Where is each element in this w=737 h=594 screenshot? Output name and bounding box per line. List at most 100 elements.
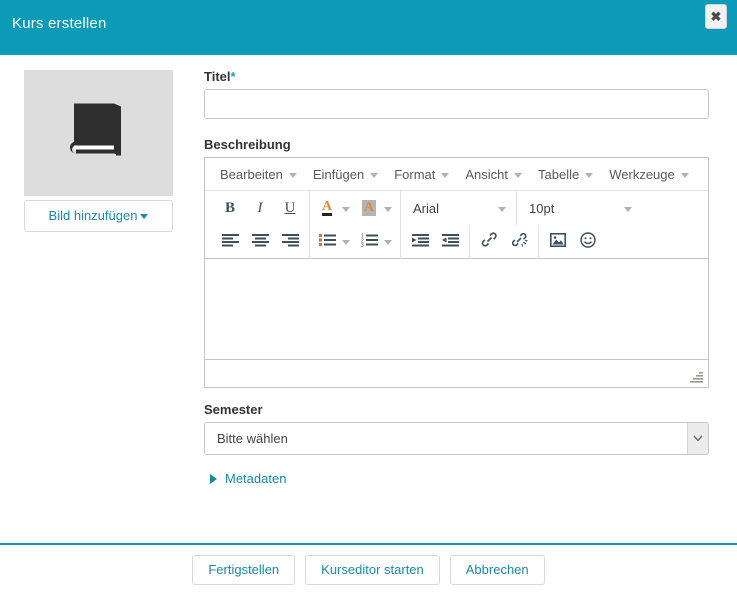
indent-icon <box>411 233 429 251</box>
chevron-down-icon <box>384 206 392 212</box>
align-left-button[interactable] <box>215 228 245 256</box>
dialog-header: Kurs erstellen ✖ <box>0 0 737 55</box>
toolbar-group-lists: 1 2 3 <box>310 224 401 259</box>
forecolor-split-button[interactable]: A <box>314 194 356 222</box>
menu-insert-label: Einfügen <box>312 166 365 182</box>
semester-select-wrapper: Bitte wählen <box>204 422 709 455</box>
emoticon-icon <box>580 231 596 252</box>
menu-format-label: Format <box>394 166 436 182</box>
dialog-title: Kurs erstellen <box>12 15 107 32</box>
italic-button[interactable]: I <box>245 194 275 222</box>
chevron-down-icon <box>370 172 379 178</box>
cancel-button[interactable]: Abbrechen <box>449 554 545 585</box>
svg-text:3: 3 <box>361 243 364 247</box>
editor-toolbar-row-1: B I U A A Arial 10pt <box>205 191 708 225</box>
chevron-down-icon <box>342 240 350 245</box>
indent-button[interactable] <box>405 228 435 256</box>
bold-icon: B <box>224 199 235 216</box>
unlink-button[interactable] <box>504 228 534 256</box>
editor-toolbar-row-2: 1 2 3 <box>205 224 708 259</box>
start-course-editor-button[interactable]: Kurseditor starten <box>305 554 440 585</box>
chevron-down-icon <box>498 206 506 212</box>
outdent-button[interactable] <box>435 228 465 256</box>
toolbar-group-font-family: Arial <box>401 191 517 225</box>
bold-button[interactable]: B <box>215 194 245 222</box>
menu-format[interactable]: Format <box>386 167 457 182</box>
bullet-list-button[interactable] <box>314 228 340 256</box>
font-size-value: 10pt <box>529 200 555 216</box>
book-icon <box>69 101 128 166</box>
bullet-list-split-button[interactable] <box>314 228 356 256</box>
triangle-right-icon <box>210 473 217 484</box>
menu-view-label: Ansicht <box>465 166 509 182</box>
semester-label: Semester <box>204 402 263 417</box>
menu-edit[interactable]: Bearbeiten <box>212 167 305 182</box>
toolbar-group-indent <box>401 224 470 259</box>
title-input[interactable] <box>204 89 709 119</box>
unlink-icon <box>511 232 528 251</box>
menu-table[interactable]: Tabelle <box>530 167 601 182</box>
metadata-toggle[interactable]: Metadaten <box>204 471 709 486</box>
menu-insert[interactable]: Einfügen <box>305 167 386 182</box>
chevron-down-icon <box>680 172 689 178</box>
chevron-down-icon <box>514 172 523 178</box>
toolbar-group-font-size: 10pt <box>517 191 642 225</box>
chevron-down-icon <box>342 206 350 212</box>
font-size-select[interactable]: 10pt <box>521 194 638 222</box>
italic-icon: I <box>257 199 263 216</box>
highlight-color-icon: A <box>361 200 377 216</box>
course-image-panel: Bild hinzufügen <box>24 70 173 232</box>
numbered-list-button[interactable]: 1 2 3 <box>356 228 382 256</box>
outdent-icon <box>441 233 459 251</box>
font-family-select[interactable]: Arial <box>405 194 512 222</box>
close-icon[interactable]: ✖ <box>705 4 727 29</box>
editor-content-area[interactable] <box>205 259 708 360</box>
rich-text-editor: Bearbeiten Einfügen Format Ansicht Tabel… <box>204 157 709 388</box>
bullet-list-icon <box>318 233 336 251</box>
link-button[interactable] <box>474 228 504 256</box>
underline-button[interactable]: U <box>275 194 305 222</box>
toolbar-group-text-style: B I U <box>211 191 310 225</box>
toolbar-group-colors: A A <box>310 191 401 225</box>
title-label: Titel* <box>204 69 236 84</box>
menu-tools[interactable]: Werkzeuge <box>601 167 697 182</box>
editor-menubar: Bearbeiten Einfügen Format Ansicht Tabel… <box>205 158 708 191</box>
editor-statusbar <box>205 360 708 387</box>
toolbar-group-alignment <box>211 224 310 259</box>
insert-image-button[interactable] <box>543 228 573 256</box>
text-color-icon: A <box>321 199 333 216</box>
required-marker: * <box>230 69 236 84</box>
add-image-button[interactable]: Bild hinzufügen <box>24 200 173 232</box>
chevron-down-icon <box>384 240 392 245</box>
chevron-down-icon <box>585 172 594 178</box>
metadata-toggle-label: Metadaten <box>225 471 287 486</box>
align-right-button[interactable] <box>275 228 305 256</box>
backcolor-split-button[interactable]: A <box>356 194 396 222</box>
menu-table-label: Tabelle <box>538 166 580 182</box>
numbered-list-split-button[interactable]: 1 2 3 <box>356 228 396 256</box>
menu-tools-label: Werkzeuge <box>609 166 675 182</box>
menu-edit-label: Bearbeiten <box>220 166 283 182</box>
emoticon-button[interactable] <box>573 228 603 256</box>
chevron-down-icon <box>441 172 450 178</box>
menu-view[interactable]: Ansicht <box>457 167 530 182</box>
align-right-icon <box>281 233 299 251</box>
forecolor-button[interactable]: A <box>314 194 340 222</box>
numbered-list-icon: 1 2 3 <box>361 233 378 251</box>
description-label: Beschreibung <box>204 137 291 152</box>
align-center-button[interactable] <box>245 228 275 256</box>
align-left-icon <box>221 233 239 251</box>
semester-select[interactable]: Bitte wählen <box>204 422 709 455</box>
chevron-down-icon <box>624 206 632 212</box>
toolbar-group-link <box>470 224 539 259</box>
dialog-footer: Fertigstellen Kurseditor starten Abbrech… <box>0 545 737 594</box>
link-icon <box>481 232 498 251</box>
toolbar-group-insert <box>539 225 607 259</box>
resize-grip-icon[interactable] <box>690 370 704 384</box>
course-form: Titel* Beschreibung Bearbeiten Einfügen … <box>204 69 709 486</box>
finish-button[interactable]: Fertigstellen <box>192 554 296 585</box>
chevron-down-icon <box>140 213 149 219</box>
add-image-label: Bild hinzufügen <box>48 208 138 223</box>
backcolor-button[interactable]: A <box>356 194 382 222</box>
align-center-icon <box>251 233 269 251</box>
